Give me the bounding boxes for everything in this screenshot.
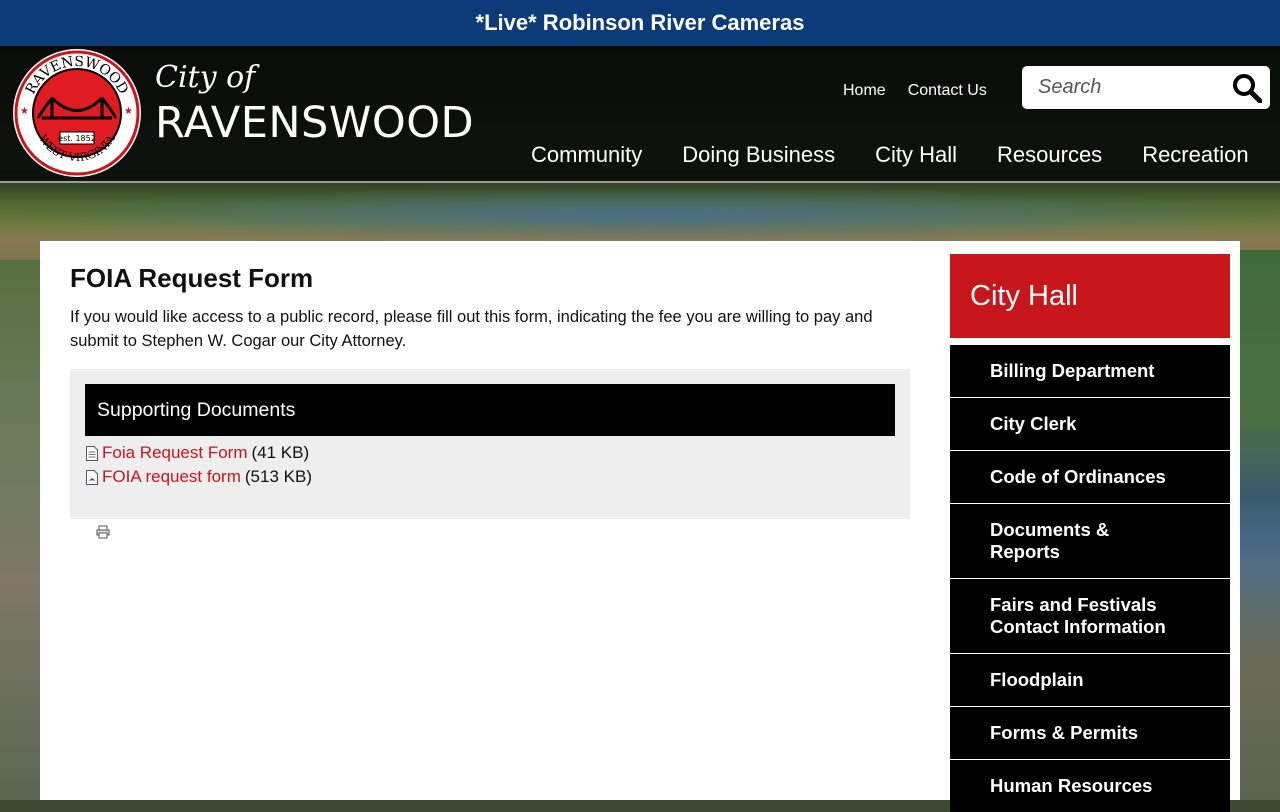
- supporting-documents-title: Supporting Documents: [97, 398, 296, 421]
- nav-community[interactable]: Community: [531, 142, 642, 168]
- sidebar-item-city-clerk[interactable]: City Clerk: [950, 397, 1230, 450]
- contact-us-link[interactable]: Contact Us: [908, 82, 987, 100]
- sidebar-item-human-resources[interactable]: Human Resources: [950, 759, 1230, 812]
- sidebar-section-title[interactable]: City Hall: [950, 254, 1230, 338]
- page-intro: If you would like access to a public rec…: [70, 308, 873, 350]
- sidebar-item-label: Documents & Reports: [990, 519, 1110, 562]
- document-item: Foia Request Form (41 KB): [86, 443, 309, 463]
- document-size: (513 KB): [244, 467, 312, 486]
- sidebar-item-label: City Clerk: [990, 413, 1077, 434]
- search-box: [1022, 66, 1270, 109]
- sidebar-item-label: Billing Department: [990, 360, 1155, 381]
- search-icon: [1233, 74, 1262, 103]
- main-nav: Community Doing Business City Hall Resou…: [531, 142, 1249, 168]
- sidebar-item-billing-department[interactable]: Billing Department: [950, 338, 1230, 397]
- sidebar-item-label: Code of Ordinances: [990, 466, 1166, 487]
- sidebar-item-forms-permits[interactable]: Forms & Permits: [950, 706, 1230, 759]
- document-item: FOIA request form (513 KB): [86, 467, 312, 487]
- print-icon[interactable]: [96, 525, 110, 539]
- city-seal-logo[interactable]: est. 1852 ★ ★ RAVENSWOOD WEST VIRGINIA: [12, 48, 142, 178]
- alert-banner-text[interactable]: *Live* Robinson River Cameras: [476, 10, 805, 36]
- home-link[interactable]: Home: [843, 82, 886, 100]
- nav-doing-business[interactable]: Doing Business: [682, 142, 835, 168]
- sidebar-item-label: Human Resources: [990, 775, 1153, 796]
- supporting-documents-panel: Supporting Documents Foia Request Form (…: [70, 369, 910, 519]
- background-right-strip: [1240, 250, 1280, 800]
- sidebar-item-documents-reports[interactable]: Documents & Reports: [950, 503, 1230, 578]
- brand-city-of[interactable]: City of: [155, 60, 255, 95]
- supporting-documents-header: Supporting Documents: [85, 384, 895, 436]
- alert-banner[interactable]: *Live* Robinson River Cameras: [0, 0, 1280, 46]
- sidebar-item-fairs-festivals[interactable]: Fairs and Festivals Contact Information: [950, 578, 1230, 653]
- utility-nav: Home Contact Us: [843, 82, 987, 100]
- site-header: est. 1852 ★ ★ RAVENSWOOD WEST VIRGINIA C…: [0, 46, 1280, 183]
- sidebar-item-code-of-ordinances[interactable]: Code of Ordinances: [950, 450, 1230, 503]
- seal-est-text: est. 1852: [58, 134, 96, 143]
- sidebar-item-label: Fairs and Festivals Contact Information: [990, 594, 1166, 637]
- document-link[interactable]: FOIA request form: [102, 467, 241, 487]
- document-link[interactable]: Foia Request Form: [102, 443, 248, 463]
- pdf-icon: [86, 469, 98, 485]
- nav-city-hall[interactable]: City Hall: [875, 142, 957, 168]
- sidebar-item-label: Forms & Permits: [990, 722, 1139, 743]
- search-button[interactable]: [1230, 71, 1264, 105]
- search-input[interactable]: [1036, 75, 1230, 100]
- nav-recreation[interactable]: Recreation: [1142, 142, 1248, 168]
- document-size: (41 KB): [251, 443, 310, 462]
- sidebar-item-label: Floodplain: [990, 669, 1084, 690]
- main-content: FOIA Request Form If you would like acce…: [40, 241, 1240, 812]
- brand-name[interactable]: RAVENSWOOD: [155, 98, 474, 148]
- page-title: FOIA Request Form: [70, 263, 314, 293]
- background-left-strip: [0, 260, 40, 800]
- seal-star-left: ★: [20, 106, 29, 117]
- sidebar-section-title-text: City Hall: [970, 279, 1078, 312]
- section-sidebar: City Hall Billing Department City Clerk …: [950, 254, 1230, 812]
- seal-star-right: ★: [124, 106, 133, 117]
- nav-resources[interactable]: Resources: [997, 142, 1102, 168]
- document-icon: [86, 445, 98, 461]
- sidebar-item-floodplain[interactable]: Floodplain: [950, 653, 1230, 706]
